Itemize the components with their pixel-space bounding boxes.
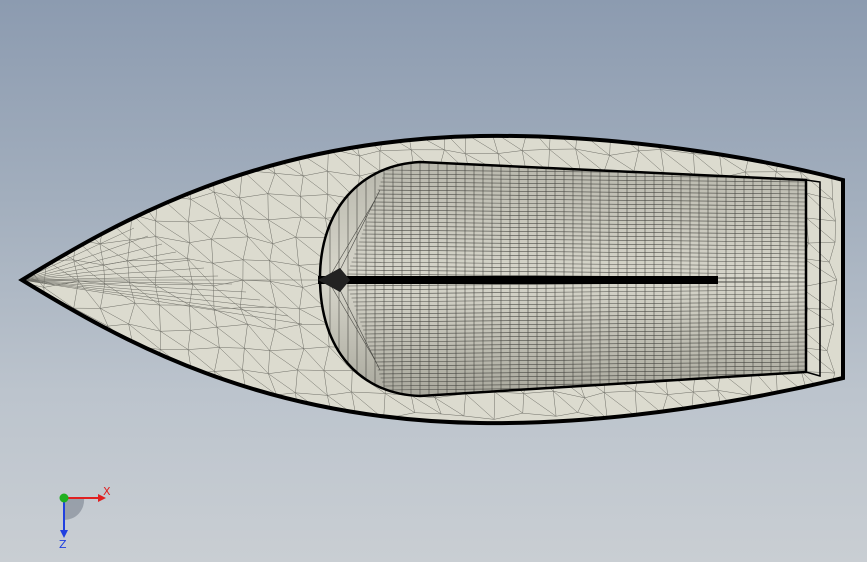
graphics-viewport[interactable]: X Z [0,0,867,562]
y-axis-icon [59,493,69,503]
axis-triad: X Z [59,485,111,550]
boat-hull-model[interactable] [0,0,867,562]
z-axis-label: Z [59,538,67,550]
x-axis-label: X [103,485,111,498]
centerline-keel [318,276,718,284]
z-axis-arrow-icon [60,530,68,538]
